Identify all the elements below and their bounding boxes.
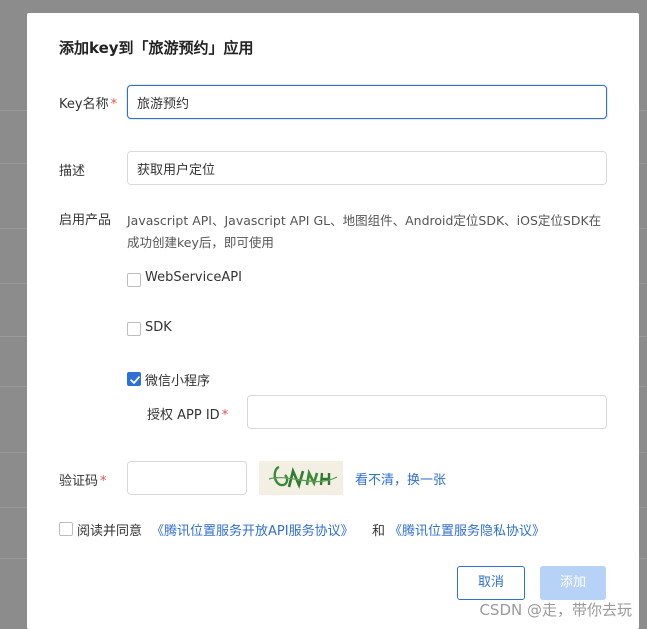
key-name-input[interactable] bbox=[127, 85, 607, 119]
captcha-label: 验证码 * bbox=[59, 470, 107, 489]
webserviceapi-checkbox[interactable] bbox=[127, 273, 141, 287]
key-name-label: Key名称 * bbox=[59, 93, 117, 112]
app-id-input[interactable] bbox=[247, 395, 607, 429]
captcha-label-text: 验证码 bbox=[59, 474, 99, 489]
required-mark: * bbox=[110, 97, 118, 112]
agreement-prefix: 阅读并同意 bbox=[77, 524, 143, 539]
sdk-checkbox[interactable] bbox=[127, 322, 141, 336]
products-label: 启用产品 bbox=[59, 213, 112, 228]
agreement-checkbox[interactable] bbox=[59, 522, 73, 536]
sdk-label[interactable]: SDK bbox=[145, 320, 172, 335]
webserviceapi-label[interactable]: WebServiceAPI bbox=[145, 270, 242, 285]
captcha-image[interactable] bbox=[259, 461, 343, 495]
captcha-graphic bbox=[268, 465, 338, 489]
key-name-label-text: Key名称 bbox=[59, 97, 109, 112]
watermark: CSDN @走，带你去玩 bbox=[479, 601, 632, 619]
wechat-miniprogram-checkbox[interactable] bbox=[127, 372, 141, 386]
privacy-agreement-link[interactable]: 《腾讯位置服务隐私协议》 bbox=[389, 520, 545, 539]
captcha-refresh-link[interactable]: 看不清，换一张 bbox=[355, 469, 446, 488]
app-id-label: 授权 APP ID * bbox=[147, 404, 228, 423]
api-service-agreement-link[interactable]: 《腾讯位置服务开放API服务协议》 bbox=[151, 520, 354, 539]
add-key-dialog: 添加key到「旅游预约」应用 Key名称* 描述 启用产品 Javascript… bbox=[27, 13, 639, 629]
cancel-button[interactable]: 取消 bbox=[457, 566, 525, 600]
check-icon bbox=[130, 376, 140, 384]
agreement-conjunction: 和 bbox=[372, 524, 386, 539]
required-mark: * bbox=[100, 474, 107, 489]
dialog-title: 添加key到「旅游预约」应用 bbox=[59, 39, 254, 57]
description-label: 描述 bbox=[59, 164, 86, 179]
required-mark: * bbox=[221, 408, 229, 423]
captcha-input[interactable] bbox=[127, 461, 247, 495]
wechat-miniprogram-label[interactable]: 微信小程序 bbox=[145, 370, 210, 389]
app-id-label-text: 授权 APP ID bbox=[147, 408, 220, 423]
description-input[interactable] bbox=[127, 151, 607, 185]
add-button[interactable]: 添加 bbox=[540, 566, 606, 600]
products-note: Javascript API、Javascript API GL、地图组件、An… bbox=[127, 213, 602, 250]
